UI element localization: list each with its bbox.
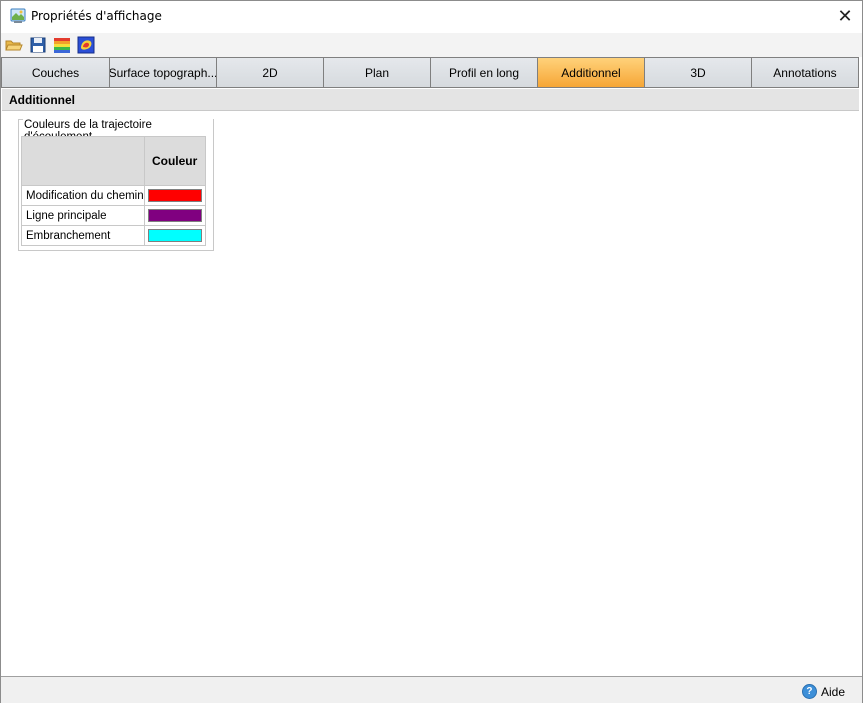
row-label: Ligne principale <box>21 205 145 226</box>
color-swatch[interactable] <box>147 229 202 242</box>
title-bar: Propriétés d'affichage ✕ <box>1 1 862 33</box>
table-row: Ligne principale <box>21 205 206 226</box>
open-folder-icon[interactable] <box>5 36 23 54</box>
table-row: Modification du chemin <box>21 185 206 206</box>
status-bar: ? Aide <box>1 676 862 703</box>
color-cell[interactable] <box>143 185 206 206</box>
color-palette-icon[interactable] <box>53 36 71 54</box>
tab-plan[interactable]: Plan <box>324 58 431 87</box>
save-icon[interactable] <box>29 36 47 54</box>
close-button[interactable]: ✕ <box>828 1 862 31</box>
tab-label: Surface topograph... <box>110 65 217 80</box>
tab-strip: Couches Surface topograph... 2D Plan Pro… <box>1 57 859 88</box>
tab-annotations[interactable]: Annotations <box>752 58 858 87</box>
color-map-icon[interactable] <box>77 36 95 54</box>
tab-label: 3D <box>690 65 706 80</box>
app-icon <box>10 8 26 23</box>
color-swatch[interactable] <box>147 189 202 202</box>
tab-surface-topographique[interactable]: Surface topograph... <box>110 58 217 87</box>
row-label: Modification du chemin <box>21 185 145 206</box>
tab-label: Plan <box>364 65 390 80</box>
close-icon: ✕ <box>837 5 853 27</box>
tab-profil-en-long[interactable]: Profil en long <box>431 58 538 87</box>
row-label: Embranchement <box>21 225 145 246</box>
column-header-couleur: Couleur <box>143 136 206 186</box>
table-corner-cell <box>21 136 145 186</box>
color-swatch[interactable] <box>147 209 202 222</box>
tab-label: Couches <box>31 65 80 80</box>
flow-path-colors-group: Couleurs de la trajectoire d'écoulement … <box>18 119 214 251</box>
tab-2d[interactable]: 2D <box>217 58 324 87</box>
table-header-row: Couleur <box>21 136 206 186</box>
table-row: Embranchement <box>21 225 206 246</box>
color-cell[interactable] <box>143 225 206 246</box>
section-header: Additionnel <box>2 89 859 111</box>
help-label: Aide <box>820 684 845 699</box>
colors-table: Couleur Modification du chemin Ligne pri… <box>21 136 206 246</box>
tab-label: Annotations <box>773 65 837 80</box>
help-button[interactable]: ? Aide <box>801 684 845 699</box>
tab-label: Additionnel <box>561 65 621 80</box>
window-title: Propriétés d'affichage <box>31 9 162 23</box>
toolbar <box>1 33 862 57</box>
tab-3d[interactable]: 3D <box>645 58 752 87</box>
color-cell[interactable] <box>143 205 206 226</box>
tab-label: 2D <box>262 65 278 80</box>
help-icon: ? <box>801 684 817 699</box>
tab-label: Profil en long <box>448 65 520 80</box>
properties-window: Propriétés d'affichage ✕ Couches Surface… <box>0 0 863 703</box>
tab-additionnel[interactable]: Additionnel <box>538 58 645 87</box>
tab-couches[interactable]: Couches <box>2 58 110 87</box>
